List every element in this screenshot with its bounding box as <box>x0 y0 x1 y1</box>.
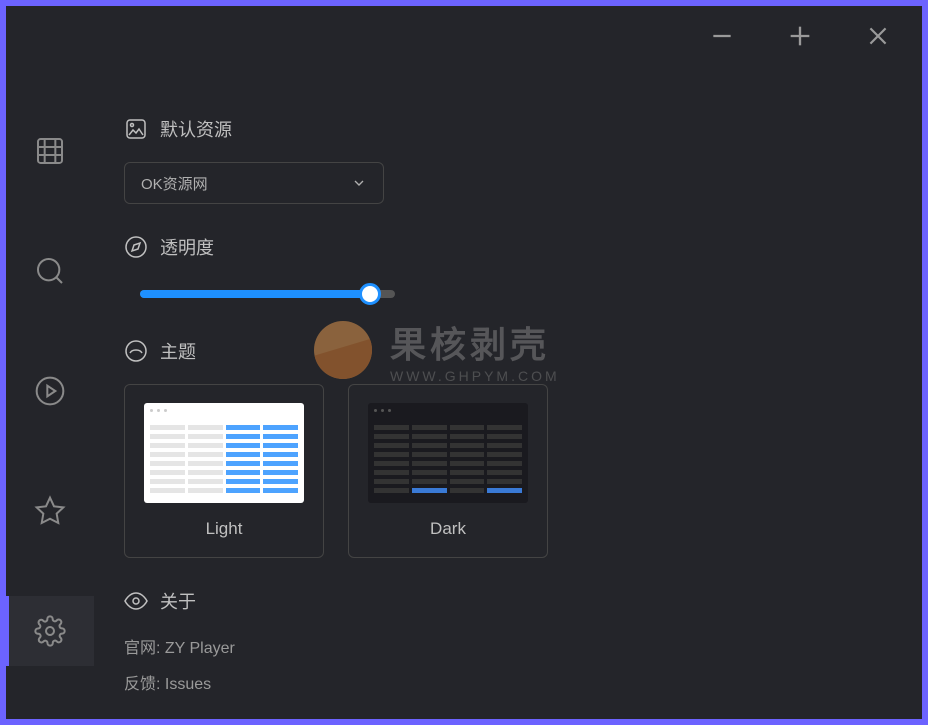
sidebar-item-star[interactable] <box>6 476 94 546</box>
minimize-button[interactable] <box>708 22 736 50</box>
source-icon <box>124 117 148 141</box>
picture-icon <box>124 339 148 363</box>
gear-icon <box>34 615 66 647</box>
about-website: 官网: ZY Player <box>124 634 892 658</box>
close-icon <box>865 23 891 49</box>
source-select-value: OK资源网 <box>141 173 208 194</box>
compass-icon <box>124 235 148 259</box>
minimize-icon <box>709 23 735 49</box>
section-theme: 主题 <box>124 338 892 558</box>
chevron-down-icon <box>351 175 367 191</box>
theme-preview-light <box>144 403 304 503</box>
sidebar-item-play[interactable] <box>6 356 94 426</box>
star-icon <box>34 495 66 527</box>
sidebar <box>6 66 94 719</box>
content-panel: 果核剥壳 WWW.GHPYM.COM 默认资源 OK资源网 <box>94 66 922 719</box>
slider-thumb[interactable] <box>359 283 381 305</box>
about-website-value: ZY Player <box>165 640 235 657</box>
section-default-source: 默认资源 OK资源网 <box>124 116 892 204</box>
theme-option-dark[interactable]: Dark <box>348 384 548 558</box>
source-select[interactable]: OK资源网 <box>124 162 384 204</box>
section-about: 关于 官网: ZY Player 反馈: Issues <box>124 588 892 694</box>
section-title-opacity: 透明度 <box>160 234 214 260</box>
main-area: 果核剥壳 WWW.GHPYM.COM 默认资源 OK资源网 <box>6 66 922 719</box>
sidebar-item-settings[interactable] <box>6 596 94 666</box>
section-title-theme: 主题 <box>160 338 196 364</box>
theme-option-light[interactable]: Light <box>124 384 324 558</box>
title-bar <box>6 6 922 66</box>
slider-fill <box>140 290 370 298</box>
eye-icon <box>124 589 148 613</box>
add-button[interactable] <box>786 22 814 50</box>
film-icon <box>34 135 66 167</box>
plus-icon <box>786 22 814 50</box>
app-window: 果核剥壳 WWW.GHPYM.COM 默认资源 OK资源网 <box>6 6 922 719</box>
about-feedback-label: 反馈: <box>124 676 160 693</box>
search-icon <box>34 255 66 287</box>
opacity-slider[interactable] <box>140 280 395 308</box>
theme-label-light: Light <box>206 519 243 539</box>
theme-label-dark: Dark <box>430 519 466 539</box>
sidebar-item-search[interactable] <box>6 236 94 306</box>
section-title-source: 默认资源 <box>160 116 232 142</box>
slider-track <box>140 290 395 298</box>
about-website-label: 官网: <box>124 640 160 657</box>
sidebar-item-film[interactable] <box>6 116 94 186</box>
close-button[interactable] <box>864 22 892 50</box>
play-circle-icon <box>34 375 66 407</box>
section-title-about: 关于 <box>160 588 196 614</box>
section-opacity: 透明度 <box>124 234 892 308</box>
theme-preview-dark <box>368 403 528 503</box>
about-feedback-value: Issues <box>165 676 211 693</box>
about-feedback: 反馈: Issues <box>124 670 892 694</box>
